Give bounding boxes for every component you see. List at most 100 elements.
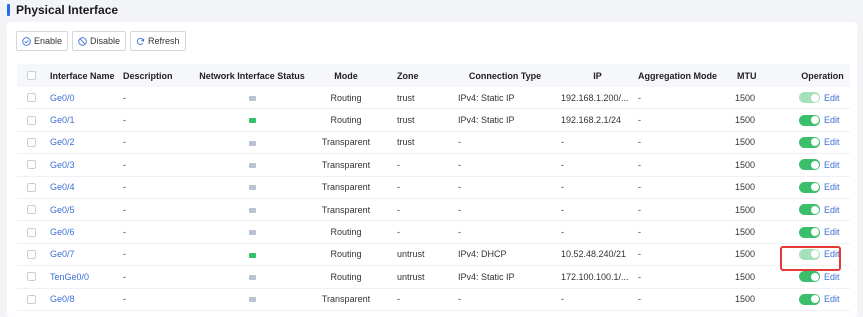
zone-cell: -	[397, 227, 400, 238]
edit-link[interactable]: Edit	[824, 272, 840, 282]
row-select-cell	[17, 249, 50, 259]
operation-cell: Edit	[791, 181, 850, 193]
header-operation: Operation	[801, 70, 844, 81]
table-row: Ge0/5- Transparent - - - -1500 Edit	[17, 199, 850, 222]
aggregation-mode-cell: -	[638, 271, 641, 282]
status-cell	[189, 294, 315, 304]
header-mode: Mode	[334, 70, 358, 81]
mode-cell: Routing	[330, 227, 362, 238]
edit-link[interactable]: Edit	[824, 160, 840, 170]
toolbar: Enable Disable Refresh	[16, 31, 186, 51]
row-checkbox[interactable]	[27, 205, 36, 215]
edit-link[interactable]: Edit	[824, 205, 840, 215]
interface-name-link[interactable]: Ge0/5	[50, 205, 123, 215]
row-checkbox[interactable]	[27, 182, 36, 192]
status-cell	[189, 160, 315, 170]
disable-button[interactable]: Disable	[72, 31, 127, 51]
interface-name-link[interactable]: Ge0/0	[50, 93, 123, 103]
operation-controls: Edit	[791, 248, 850, 260]
enable-button[interactable]: Enable	[16, 31, 69, 51]
connection-type-cell: -	[458, 204, 461, 215]
interface-toggle[interactable]	[799, 159, 820, 171]
page-title: Physical Interface	[16, 3, 119, 17]
port-status-icon	[248, 297, 256, 303]
header-ip: IP	[593, 70, 602, 81]
ip-cell: 192.168.1.200/...	[561, 92, 629, 103]
interface-name-link[interactable]: Ge0/8	[50, 294, 123, 304]
edit-link[interactable]: Edit	[824, 137, 840, 147]
edit-link[interactable]: Edit	[824, 294, 840, 304]
interface-toggle[interactable]	[799, 114, 820, 126]
interface-name-link[interactable]: Ge0/6	[50, 227, 123, 237]
connection-type-cell: IPv4: Static IP	[458, 115, 515, 126]
aggregation-mode-cell: -	[638, 182, 641, 193]
port-status-icon	[248, 162, 256, 168]
mode-cell: Transparent	[321, 204, 371, 215]
row-select-cell	[17, 294, 50, 304]
row-checkbox[interactable]	[27, 249, 36, 259]
mtu-cell: 1500	[735, 294, 756, 305]
row-select-cell	[17, 205, 50, 215]
port-status-icon	[248, 118, 256, 124]
interface-name-link[interactable]: Ge0/3	[50, 160, 123, 170]
interface-name-link[interactable]: Ge0/4	[50, 182, 123, 192]
interface-name-link[interactable]: Ge0/7	[50, 249, 123, 259]
connection-type-cell: IPv4: Static IP	[458, 271, 515, 282]
row-checkbox[interactable]	[27, 160, 36, 170]
connection-type-cell: IPv4: Static IP	[458, 92, 515, 103]
description-cell: -	[123, 182, 126, 193]
aggregation-mode-cell: -	[638, 159, 641, 170]
row-checkbox[interactable]	[27, 93, 36, 103]
edit-link[interactable]: Edit	[824, 93, 840, 103]
status-cell	[189, 205, 315, 215]
description-cell: -	[123, 137, 126, 148]
port-status-icon	[248, 140, 256, 146]
table-row: Ge0/8- Transparent - - - -1500 Edit	[17, 289, 850, 311]
row-checkbox[interactable]	[27, 272, 36, 282]
operation-controls: Edit	[791, 226, 850, 238]
interface-name-link[interactable]: Ge0/2	[50, 137, 123, 147]
row-select-cell	[17, 227, 50, 237]
interface-name-link[interactable]: Ge0/1	[50, 115, 123, 125]
table-row: Ge0/6- Routing - - - -1500 Edit	[17, 221, 850, 244]
row-select-cell	[17, 160, 50, 170]
interface-name-link[interactable]: TenGe0/0	[50, 272, 123, 282]
status-cell	[189, 272, 315, 282]
interface-panel: Enable Disable Refresh Interface Name De…	[7, 22, 857, 317]
interface-toggle[interactable]	[799, 92, 820, 104]
mode-cell: Routing	[330, 92, 362, 103]
interface-toggle[interactable]	[799, 181, 820, 193]
select-all-checkbox[interactable]	[27, 71, 36, 80]
status-cell	[189, 227, 315, 237]
operation-controls: Edit	[791, 136, 850, 148]
table-row: Ge0/7- Routing untrust IPv4: DHCP 10.52.48.2…	[17, 244, 850, 267]
description-cell: -	[123, 159, 126, 170]
edit-link[interactable]: Edit	[824, 249, 840, 259]
refresh-button[interactable]: Refresh	[130, 31, 186, 51]
interface-toggle[interactable]	[799, 293, 820, 305]
ip-cell: 10.52.48.240/21	[561, 249, 627, 260]
row-checkbox[interactable]	[27, 115, 36, 125]
row-checkbox[interactable]	[27, 137, 36, 147]
operation-cell: Edit	[791, 293, 850, 305]
edit-link[interactable]: Edit	[824, 227, 840, 237]
interface-toggle[interactable]	[799, 136, 820, 148]
connection-type-cell: -	[458, 294, 461, 305]
interface-toggle[interactable]	[799, 248, 820, 260]
aggregation-mode-cell: -	[638, 294, 641, 305]
row-select-cell	[17, 115, 50, 125]
edit-link[interactable]: Edit	[824, 115, 840, 125]
operation-controls: Edit	[791, 293, 850, 305]
operation-controls: Edit	[791, 204, 850, 216]
edit-link[interactable]: Edit	[824, 182, 840, 192]
row-checkbox[interactable]	[27, 294, 36, 304]
interface-toggle[interactable]	[799, 226, 820, 238]
interface-toggle[interactable]	[799, 204, 820, 216]
row-checkbox[interactable]	[27, 227, 36, 237]
header-description: Description	[123, 70, 173, 81]
interface-toggle[interactable]	[799, 271, 820, 283]
status-cell	[189, 137, 315, 147]
operation-cell: Edit	[791, 226, 850, 238]
port-status-icon	[248, 274, 256, 280]
select-all-cell	[17, 71, 50, 80]
